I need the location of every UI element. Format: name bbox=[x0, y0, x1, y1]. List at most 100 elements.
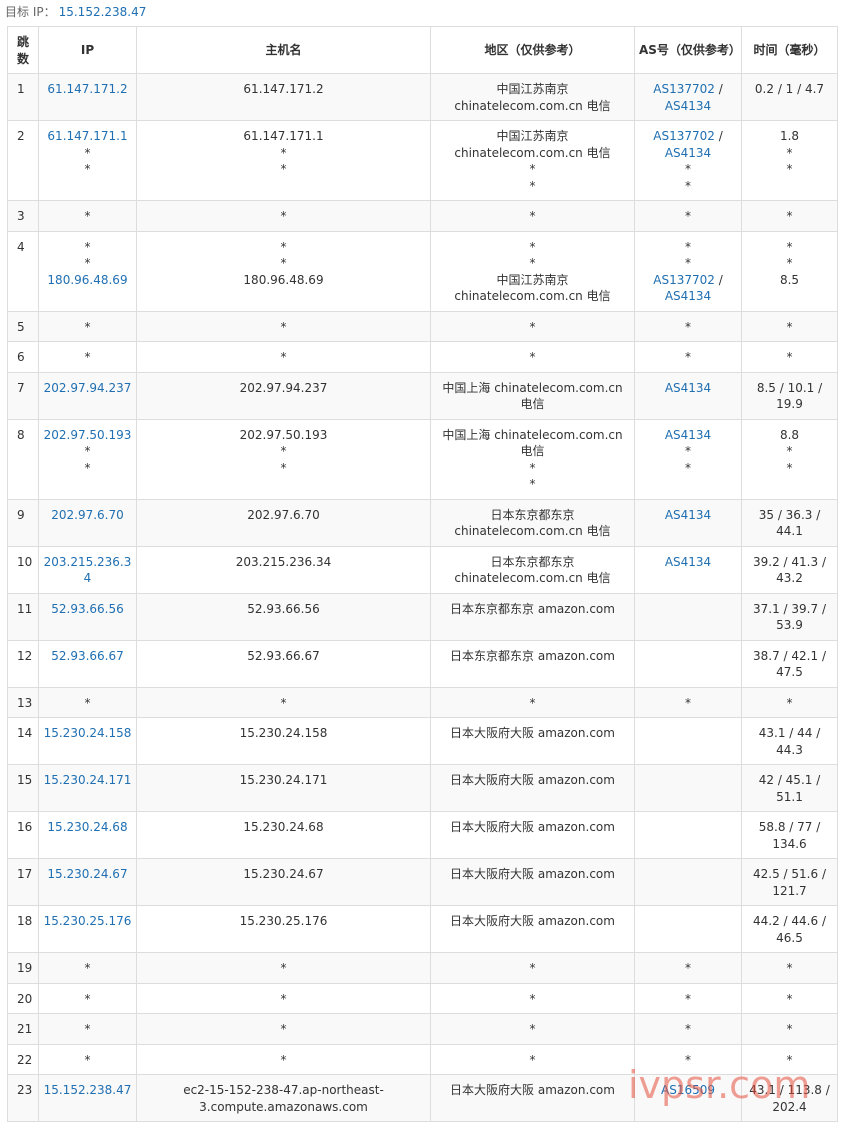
time-value: 39.2 / 41.3 / 43.2 bbox=[753, 554, 826, 586]
hop-number-cell: 6 bbox=[7, 341, 39, 373]
as-link[interactable]: AS137702 bbox=[653, 82, 715, 96]
table-row: 15 15.230.24.171 15.230.24.171 日本大阪府大阪 amaz… bbox=[7, 764, 838, 812]
ip-cell: 203.215.236.34 bbox=[38, 545, 137, 594]
table-row: 6 * * * * * bbox=[7, 341, 838, 373]
ip-link[interactable]: 203.215.236.34 bbox=[43, 554, 132, 587]
hop-number: 17 bbox=[17, 867, 33, 881]
ip-cell: 15.152.238.47 bbox=[38, 1074, 137, 1122]
ip-cell: * * 180.96.48.69 bbox=[38, 230, 137, 312]
target-ip-line: 目标 IP： 15.152.238.47 bbox=[5, 3, 146, 21]
ip-timeout: * bbox=[84, 1022, 91, 1036]
hostname-cell: ec2-15-152-238-47.ap-northeast-3.compute… bbox=[136, 1074, 431, 1122]
ip-link[interactable]: 15.230.25.176 bbox=[43, 913, 132, 930]
ip-timeout: * bbox=[84, 256, 91, 270]
col-header-time: 时间（毫秒） bbox=[741, 26, 838, 74]
ip-cell: 15.230.24.171 bbox=[38, 764, 137, 812]
ip-link[interactable]: 15.230.24.68 bbox=[43, 819, 132, 836]
hop-number: 18 bbox=[17, 914, 33, 928]
col-header-region: 地区（仅供参考） bbox=[430, 26, 635, 74]
ip-link[interactable]: 202.97.50.193 bbox=[43, 427, 132, 444]
hostname-value: 15.230.24.67 bbox=[243, 867, 324, 881]
hostname-value: ec2-15-152-238-47.ap-northeast-3.compute… bbox=[183, 1083, 384, 1114]
time-value: * bbox=[786, 239, 793, 254]
time-cell: 42 / 45.1 / 51.1 bbox=[741, 764, 838, 812]
region-cell: 中国江苏南京 chinatelecom.com.cn 电信 * * bbox=[430, 120, 635, 201]
ip-link[interactable]: 52.93.66.56 bbox=[43, 601, 132, 618]
as-link[interactable]: AS137702 bbox=[653, 129, 715, 143]
hostname-cell: 52.93.66.56 bbox=[136, 592, 431, 641]
region-value: * bbox=[529, 460, 536, 475]
ip-link[interactable]: 61.147.171.1 bbox=[43, 128, 132, 145]
table-row: 13 * * * * * bbox=[7, 686, 838, 718]
hostname-value: 52.93.66.56 bbox=[247, 601, 320, 616]
hostname-cell: 61.147.171.1 * * bbox=[136, 120, 431, 201]
region-value: * bbox=[529, 961, 536, 975]
as-value: * bbox=[685, 961, 691, 975]
hostname-cell: 15.230.24.68 bbox=[136, 811, 431, 859]
region-value: * bbox=[529, 209, 536, 223]
time-value: * bbox=[786, 695, 793, 710]
as-link[interactable]: AS4134 bbox=[665, 289, 711, 303]
table-row: 18 15.230.25.176 15.230.25.176 日本大阪府大阪 amaz… bbox=[7, 905, 838, 953]
as-cell: * bbox=[634, 310, 742, 342]
as-link[interactable]: AS16509 bbox=[661, 1083, 715, 1097]
ip-cell: 15.230.24.158 bbox=[38, 717, 137, 765]
ip-link[interactable]: 180.96.48.69 bbox=[43, 272, 132, 289]
hostname-cell: * bbox=[136, 686, 431, 718]
region-value: 日本东京都东京 amazon.com bbox=[450, 601, 615, 616]
time-value: 43.1 / 44 / 44.3 bbox=[758, 726, 821, 757]
hostname-value: * bbox=[280, 350, 287, 364]
region-value: 日本东京都东京 chinatelecom.com.cn 电信 bbox=[454, 554, 611, 586]
time-value: * bbox=[786, 209, 793, 223]
table-row: 20 * * * * * bbox=[7, 982, 838, 1014]
as-link[interactable]: AS4134 bbox=[665, 508, 711, 522]
table-header-row: 跳数 IP 主机名 地区（仅供参考） AS号（仅供参考） 时间（毫秒） bbox=[7, 26, 838, 74]
table-row: 12 52.93.66.67 52.93.66.67 日本东京都东京 amazon.c… bbox=[7, 639, 838, 688]
region-value: 中国上海 chinatelecom.com.cn 电信 bbox=[442, 380, 623, 412]
hostname-value: * bbox=[280, 460, 287, 475]
as-link[interactable]: AS4134 bbox=[665, 381, 711, 395]
as-link[interactable]: AS4134 bbox=[665, 428, 711, 442]
as-separator: / bbox=[714, 129, 723, 143]
as-value: * bbox=[685, 178, 691, 193]
region-value: 日本大阪府大阪 amazon.com bbox=[450, 726, 615, 740]
hostname-cell: 15.230.24.171 bbox=[136, 764, 431, 812]
hostname-value: 15.230.24.68 bbox=[243, 820, 324, 834]
ip-cell: * bbox=[38, 686, 137, 718]
as-cell: AS4134 * * bbox=[634, 418, 742, 500]
as-link[interactable]: AS4134 bbox=[665, 146, 711, 160]
ip-link[interactable]: 202.97.6.70 bbox=[43, 507, 132, 524]
ip-cell: * bbox=[38, 1043, 137, 1075]
hop-number: 6 bbox=[17, 350, 25, 364]
region-value: * bbox=[529, 350, 536, 364]
hostname-cell: * bbox=[136, 952, 431, 984]
as-link[interactable]: AS4134 bbox=[665, 555, 711, 569]
as-value: * bbox=[685, 319, 691, 334]
region-value: 中国江苏南京 chinatelecom.com.cn 电信 bbox=[454, 82, 611, 113]
col-header-hostname: 主机名 bbox=[136, 26, 431, 74]
as-cell bbox=[634, 858, 742, 906]
ip-link[interactable]: 202.97.94.237 bbox=[43, 380, 132, 397]
time-value: 37.1 / 39.7 / 53.9 bbox=[753, 601, 826, 633]
as-cell: AS4134 bbox=[634, 498, 742, 547]
hostname-value: * bbox=[280, 319, 287, 334]
hop-number: 22 bbox=[17, 1052, 33, 1067]
region-cell: 日本东京都东京 amazon.com bbox=[430, 592, 635, 641]
ip-link[interactable]: 61.147.171.2 bbox=[43, 81, 132, 98]
ip-link[interactable]: 15.152.238.47 bbox=[43, 1082, 132, 1099]
time-cell: * bbox=[741, 952, 838, 984]
table-row: 4 * * 180.96.48.69 * * 180.96.48.69 * * 中国江苏南京 ch… bbox=[7, 230, 838, 312]
as-link[interactable]: AS4134 bbox=[665, 99, 711, 113]
ip-link[interactable]: 52.93.66.67 bbox=[43, 648, 132, 665]
ip-link[interactable]: 15.230.24.158 bbox=[43, 725, 132, 742]
as-value: * bbox=[685, 239, 691, 254]
ip-timeout: * bbox=[84, 162, 91, 176]
ip-link[interactable]: 15.230.24.67 bbox=[43, 866, 132, 883]
region-cell: 中国上海 chinatelecom.com.cn 电信 * * bbox=[430, 418, 635, 500]
as-links: AS137702 / AS4134 bbox=[639, 272, 737, 305]
as-value: * bbox=[685, 256, 691, 270]
ip-link[interactable]: 15.230.24.171 bbox=[43, 772, 132, 789]
time-value: 8.5 bbox=[779, 272, 800, 287]
as-link[interactable]: AS137702 bbox=[653, 273, 715, 287]
time-value: * bbox=[786, 319, 793, 334]
